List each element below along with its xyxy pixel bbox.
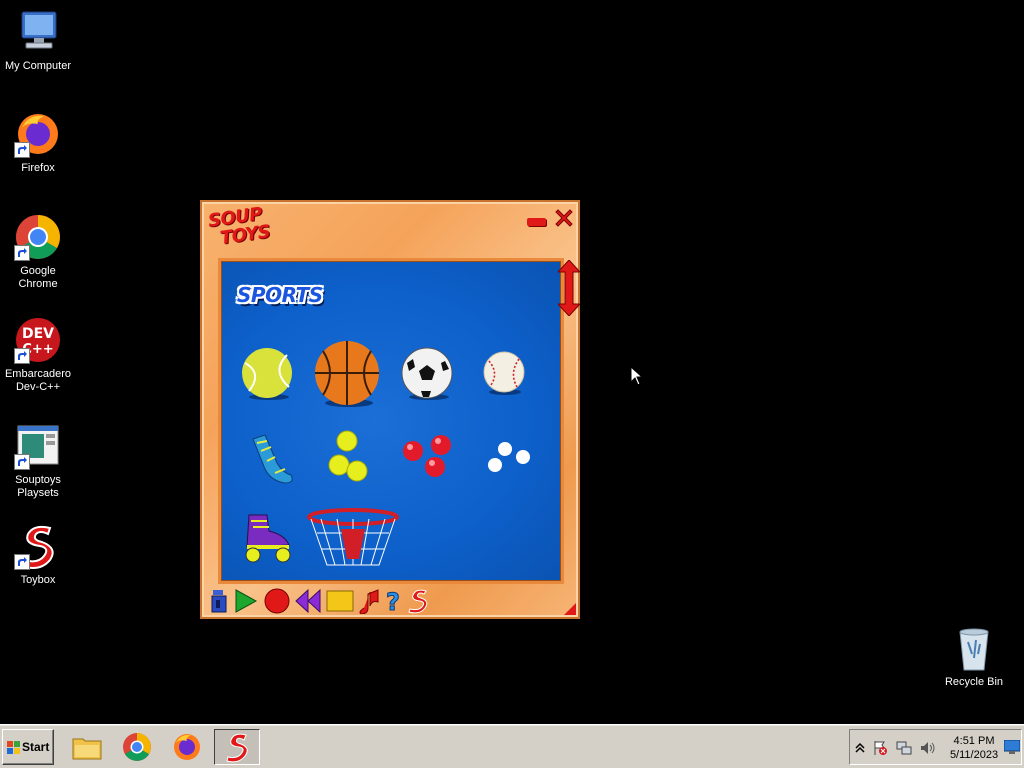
playsets-icon — [14, 422, 62, 470]
explorer-icon — [72, 738, 102, 760]
play-area[interactable]: SPORTS — [218, 258, 564, 584]
taskbar: Start 4:51 PM 5/11/2023 — [0, 724, 1024, 768]
computer-icon — [14, 8, 62, 56]
start-button[interactable]: Start — [2, 729, 54, 765]
shortcut-arrow-icon — [14, 554, 30, 570]
network-icon[interactable] — [896, 740, 912, 756]
firefox-icon — [174, 734, 200, 760]
magnet-icon[interactable] — [206, 588, 232, 614]
taskbar-explorer-button[interactable] — [64, 729, 110, 765]
svg-text:?: ? — [386, 588, 400, 614]
soup-logo-icon[interactable] — [406, 588, 432, 614]
shortcut-arrow-icon — [14, 454, 30, 470]
svg-text:DEV: DEV — [22, 326, 54, 342]
desktop-icon-my-computer[interactable]: My Computer — [0, 8, 76, 73]
yellow-balls-icon[interactable] — [327, 429, 371, 482]
baseball-icon[interactable] — [483, 351, 527, 395]
scroll-arrow-icon[interactable] — [556, 259, 582, 317]
red-balls-icon[interactable] — [401, 433, 455, 479]
record-icon[interactable] — [264, 588, 290, 614]
desktop-icon-label: Firefox — [21, 162, 55, 174]
clock-time: 4:51 PM — [953, 735, 995, 747]
shortcut-arrow-icon — [14, 142, 30, 158]
close-icon — [555, 209, 573, 227]
basketball-hoop-icon[interactable] — [307, 508, 399, 571]
basketball-icon[interactable] — [315, 341, 381, 407]
sock-icon[interactable] — [247, 433, 297, 485]
soup-toys-logo: SOUP TOYS — [207, 203, 278, 252]
taskbar-firefox-button[interactable] — [164, 729, 210, 765]
desktop-icon-label: Toybox — [20, 574, 56, 586]
taskbar-toybox-button[interactable] — [214, 729, 260, 765]
system-tray: 4:51 PM 5/11/2023 — [849, 729, 1022, 765]
recycle-bin-icon — [950, 624, 998, 672]
taskbar-chrome-button[interactable] — [114, 729, 160, 765]
help-icon[interactable]: ? — [382, 588, 408, 617]
desktop-icon-label: Google Chrome — [18, 265, 58, 290]
clock[interactable]: 4:51 PM 5/11/2023 — [946, 734, 1002, 762]
play-icon[interactable] — [232, 588, 258, 614]
desktop: { "desktop": { "icons": [ {"label": "My … — [0, 0, 1024, 768]
action-center-flag-icon[interactable] — [872, 740, 888, 756]
show-hidden-icons-icon[interactable] — [852, 740, 868, 756]
toybox-icon — [14, 522, 62, 570]
desktop-icon-label: Recycle Bin — [944, 676, 1004, 688]
windows-flag-icon — [7, 741, 20, 754]
show-desktop-icon[interactable] — [1003, 739, 1021, 754]
desktop-icon-label: My Computer — [4, 60, 72, 72]
soccer-ball-icon[interactable] — [401, 347, 455, 401]
sound-icon[interactable] — [358, 588, 384, 615]
desktop-icon-recycle-bin[interactable]: Recycle Bin — [936, 624, 1012, 689]
resize-grip-icon[interactable] — [564, 603, 576, 615]
firefox-icon — [14, 110, 62, 158]
desktop-icon-firefox[interactable]: Firefox — [0, 110, 76, 175]
clock-date: 5/11/2023 — [949, 749, 999, 761]
desktop-icon-label: Embarcadero Dev-C++ — [4, 368, 72, 393]
logo-line-2: TOYS — [218, 221, 272, 249]
rewind-icon[interactable] — [294, 588, 321, 614]
stop-icon[interactable] — [326, 588, 354, 614]
desktop-icon-toybox[interactable]: Toybox — [0, 522, 76, 587]
shortcut-arrow-icon — [14, 348, 30, 364]
mouse-cursor-icon — [630, 365, 644, 386]
chrome-icon — [14, 213, 62, 261]
shortcut-arrow-icon — [14, 245, 30, 261]
desktop-icon-label: Souptoys Playsets — [15, 474, 61, 499]
tennis-ball-icon[interactable] — [241, 347, 295, 401]
desktop-icon-souptoys-playsets[interactable]: Souptoys Playsets — [0, 422, 76, 500]
roller-skate-icon[interactable] — [241, 511, 293, 565]
chrome-icon — [123, 733, 151, 761]
toybox-icon — [226, 733, 248, 763]
minimize-button[interactable] — [527, 218, 546, 226]
desktop-icon-google-chrome[interactable]: Google Chrome — [0, 213, 76, 291]
volume-icon[interactable] — [920, 740, 936, 756]
close-button[interactable] — [552, 206, 576, 230]
white-balls-icon[interactable] — [485, 441, 531, 477]
souptoys-window[interactable]: SOUP TOYS SPORTS ? — [200, 200, 582, 619]
devcpp-icon: DEV C++ — [14, 316, 62, 364]
desktop-icon-devcpp[interactable]: DEV C++ Embarcadero Dev-C++ — [0, 316, 76, 394]
start-label: Start — [22, 740, 50, 754]
toolbar: ? — [206, 586, 446, 617]
section-title: SPORTS — [237, 283, 323, 307]
